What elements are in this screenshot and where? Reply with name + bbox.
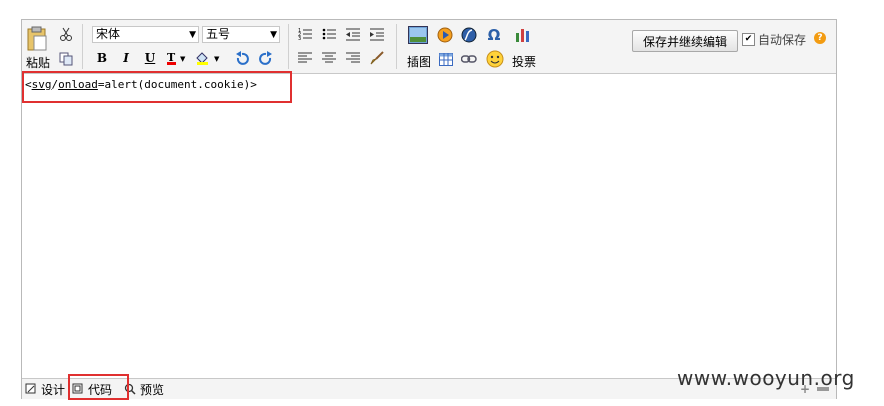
paste-icon[interactable]	[25, 25, 49, 53]
indent-icon[interactable]	[369, 26, 385, 42]
highlight-box-code	[22, 71, 292, 103]
background-color-icon[interactable]: ▼	[193, 50, 223, 66]
design-icon	[25, 383, 36, 394]
vote-label[interactable]: 投票	[512, 53, 536, 70]
toolbar-separator	[288, 24, 289, 69]
save-continue-button[interactable]: 保存并继续编辑	[632, 30, 738, 52]
link-icon[interactable]	[461, 51, 477, 67]
font-color-icon[interactable]: T ▼	[165, 50, 189, 66]
media-icon[interactable]	[436, 26, 454, 44]
chevron-down-icon: ▼	[189, 30, 196, 40]
chart-icon[interactable]	[514, 26, 532, 44]
mode-design-label: 设计	[41, 382, 66, 397]
code-editor-area[interactable]: <svg/onload=alert(document.cookie)>	[22, 74, 836, 378]
special-char-omega-icon[interactable]: Ω	[485, 26, 503, 44]
align-center-icon[interactable]	[321, 50, 337, 66]
insert-image-label[interactable]: 插图	[407, 53, 431, 70]
insert-image-icon[interactable]	[407, 25, 429, 45]
italic-button[interactable]: I	[118, 50, 134, 66]
clear-format-brush-icon[interactable]	[369, 50, 385, 66]
bold-button[interactable]: B	[94, 50, 110, 66]
ordered-list-icon[interactable]: 123	[297, 26, 313, 42]
mode-preview-label: 预览	[140, 382, 165, 397]
cut-icon[interactable]	[58, 26, 74, 42]
outdent-icon[interactable]	[345, 26, 361, 42]
paste-label[interactable]: 粘贴	[26, 54, 50, 71]
unordered-list-icon[interactable]	[321, 26, 337, 42]
align-left-icon[interactable]	[297, 50, 313, 66]
autosave-checkbox[interactable]: ✔	[742, 33, 755, 46]
flash-icon[interactable]	[460, 26, 478, 44]
font-family-select[interactable]: 宋体 ▼	[92, 26, 199, 43]
emoticon-smiley-icon[interactable]	[485, 49, 505, 69]
highlight-box-code-tab	[68, 374, 129, 400]
undo-icon[interactable]	[234, 50, 250, 66]
svg-text:3: 3	[298, 36, 301, 41]
mode-tab-design[interactable]: 设计	[25, 381, 65, 397]
underline-button[interactable]: U	[142, 50, 158, 66]
font-size-value: 五号	[206, 27, 231, 41]
help-icon[interactable]: ?	[814, 32, 826, 44]
mode-tab-preview[interactable]: 预览	[124, 381, 164, 397]
watermark-text: www.wooyun.org	[677, 366, 855, 390]
toolbar-separator	[82, 24, 83, 69]
editor-toolbar: 粘贴 宋体 ▼ 五号 ▼ B I U T ▼ ▼ 1 2 3 插图 Ω 投票 保…	[22, 20, 836, 74]
svg-text:▼: ▼	[180, 55, 186, 63]
redo-icon[interactable]	[258, 50, 274, 66]
align-right-icon[interactable]	[345, 50, 361, 66]
copy-icon[interactable]	[58, 51, 74, 67]
table-icon[interactable]	[438, 51, 454, 67]
autosave-label: 自动保存	[758, 33, 807, 47]
chevron-down-icon: ▼	[270, 30, 277, 40]
font-size-select[interactable]: 五号 ▼	[202, 26, 280, 43]
toolbar-separator	[396, 24, 397, 69]
font-family-value: 宋体	[96, 27, 121, 41]
svg-text:▼: ▼	[214, 55, 220, 63]
